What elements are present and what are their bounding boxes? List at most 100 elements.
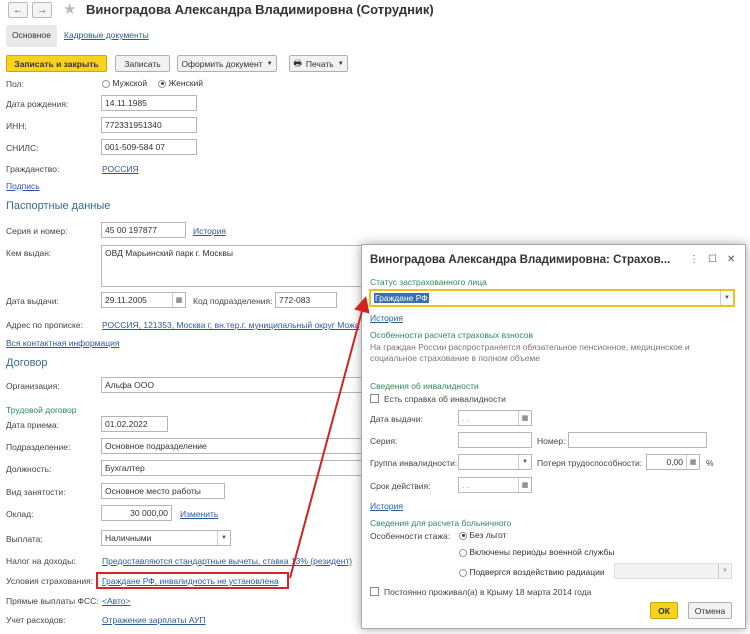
- cert-issue-date-field[interactable]: . . ▦: [458, 410, 532, 426]
- issued-by-field[interactable]: ОВД Марьинский парк г. Москвы: [101, 245, 363, 287]
- save-button[interactable]: Записать: [115, 55, 170, 72]
- citizenship-link[interactable]: РОССИЯ: [102, 164, 139, 174]
- dept-code-field[interactable]: 772-083: [275, 292, 337, 308]
- calendar-icon[interactable]: ▦: [518, 478, 531, 492]
- chevron-down-icon[interactable]: ▼: [518, 455, 531, 469]
- birth-date-field[interactable]: 14.11.1985: [101, 95, 197, 111]
- address-label: Адрес по прописке:: [6, 320, 83, 330]
- insured-status-value: Граждане РФ: [374, 293, 429, 303]
- disability-certificate-checkbox[interactable]: [370, 394, 379, 403]
- passport-history-link[interactable]: История: [193, 226, 226, 236]
- forward-button[interactable]: →: [32, 2, 52, 18]
- chevron-down-icon: ▼: [337, 60, 344, 67]
- arrow-left-icon: ←: [13, 4, 23, 16]
- disability-group-select[interactable]: ▼: [458, 454, 532, 470]
- validity-label: Срок действия:: [370, 481, 431, 491]
- signature-link[interactable]: Подпись: [6, 181, 40, 191]
- insured-status-label: Статус застрахованного лица: [370, 277, 487, 287]
- crimea-checkbox[interactable]: [370, 587, 379, 596]
- print-label: Печать: [305, 58, 334, 69]
- radiation-type-select[interactable]: ▼: [614, 563, 732, 579]
- disability-heading: Сведения об инвалидности: [370, 381, 479, 391]
- organization-field[interactable]: Альфа ООО: [101, 377, 363, 393]
- organization-label: Организация:: [6, 381, 60, 391]
- fss-payments-link[interactable]: <Авто>: [102, 596, 130, 606]
- cert-issue-date-value: . .: [462, 413, 470, 423]
- radio-icon: [459, 568, 467, 577]
- inn-label: ИНН:: [6, 121, 27, 131]
- status-history-link[interactable]: История: [370, 313, 403, 323]
- chevron-down-icon: ▼: [266, 60, 273, 67]
- department-field[interactable]: Основное подразделение: [101, 438, 363, 454]
- sick-leave-heading: Сведения для расчета больничного: [370, 518, 512, 528]
- exp-military-radio[interactable]: Включены периоды военной службы: [459, 547, 615, 557]
- address-link[interactable]: РОССИЯ, 121353, Москва г, вн.тер.г. муни…: [102, 320, 361, 330]
- passport-series-label: Серия и номер:: [6, 226, 68, 236]
- contract-section-title: Договор: [6, 357, 48, 369]
- employment-type-field[interactable]: Основное место работы: [101, 483, 225, 499]
- crimea-label: Постоянно проживал(а) в Крыму 18 марта 2…: [384, 587, 592, 597]
- fss-payments-label: Прямые выплаты ФСС:: [6, 596, 99, 606]
- print-button[interactable]: 🖶 Печать ▼: [289, 55, 348, 72]
- insurance-highlight-box: [96, 572, 289, 589]
- chevron-down-icon[interactable]: ▼: [720, 291, 733, 305]
- tab-hr-documents[interactable]: Кадровые документы: [58, 25, 155, 47]
- save-and-close-button[interactable]: Записать и закрыть: [6, 55, 107, 72]
- cancel-button[interactable]: Отмена: [688, 602, 732, 619]
- gender-male-radio[interactable]: Мужской: [102, 78, 147, 88]
- radio-icon: [102, 79, 110, 88]
- exp-radiation-radio[interactable]: Подвергся воздействию радиации: [459, 567, 605, 577]
- insurance-dialog: Виноградова Александра Владимировна: Стр…: [361, 244, 746, 629]
- calendar-icon[interactable]: ▦: [172, 293, 185, 307]
- snils-field[interactable]: 001-509-584 07: [101, 139, 197, 155]
- passport-series-field[interactable]: 45 00 197877: [101, 222, 186, 238]
- contribution-features-text: На граждан России распространяется обяза…: [370, 342, 690, 363]
- back-button[interactable]: ←: [8, 2, 28, 18]
- radio-selected-icon: [459, 531, 467, 540]
- create-document-button[interactable]: Оформить документ ▼: [177, 55, 277, 72]
- accounting-label: Учет расходов:: [6, 615, 66, 625]
- cert-series-label: Серия:: [370, 436, 398, 446]
- passport-section-title: Паспортные данные: [6, 200, 111, 212]
- exp-military-label: Включены периоды военной службы: [469, 547, 615, 557]
- hire-date-field[interactable]: 01.02.2022: [101, 416, 168, 432]
- position-field[interactable]: Бухгалтер: [101, 460, 363, 476]
- income-tax-link[interactable]: Предоставляются стандартные вычеты, став…: [102, 556, 361, 566]
- gender-female-radio[interactable]: Женский: [158, 78, 203, 88]
- birth-date-label: Дата рождения:: [6, 99, 69, 109]
- issue-date-field[interactable]: 29.11.2005 ▦: [101, 292, 186, 308]
- work-capacity-loss-field[interactable]: 0,00 ▦: [646, 454, 700, 470]
- salary-field[interactable]: 30 000,00: [101, 505, 172, 521]
- cert-series-field[interactable]: [458, 432, 532, 448]
- ok-button[interactable]: ОК: [650, 602, 678, 619]
- contribution-features-heading: Особенности расчета страховых взносов: [370, 330, 533, 340]
- cert-number-field[interactable]: [568, 432, 707, 448]
- contact-info-link[interactable]: Вся контактная информация: [6, 338, 119, 348]
- dialog-title: Виноградова Александра Владимировна: Стр…: [370, 254, 671, 266]
- radio-icon: [459, 548, 467, 557]
- disability-history-link[interactable]: История: [370, 501, 403, 511]
- more-menu-icon[interactable]: ⋮: [689, 254, 699, 265]
- disability-group-label: Группа инвалидности:: [370, 458, 458, 468]
- inn-field[interactable]: 772331951340: [101, 117, 197, 133]
- chevron-down-icon[interactable]: ▼: [217, 531, 230, 545]
- payout-field[interactable]: Наличными ▼: [101, 530, 231, 546]
- insured-status-select[interactable]: Граждане РФ ▼: [369, 289, 735, 307]
- exp-none-radio[interactable]: Без льгот: [459, 530, 507, 540]
- chevron-down-icon[interactable]: ▼: [718, 564, 731, 578]
- gender-female-label: Женский: [168, 78, 204, 88]
- gender-label: Пол:: [6, 79, 24, 89]
- validity-field[interactable]: . . ▦: [458, 477, 532, 493]
- calendar-icon[interactable]: ▦: [518, 411, 531, 425]
- close-icon[interactable]: ✕: [727, 254, 735, 265]
- arrow-right-icon: →: [37, 4, 47, 16]
- favorite-star-icon[interactable]: ★: [63, 0, 76, 18]
- accounting-link[interactable]: Отражение зарплаты АУП: [102, 615, 206, 625]
- percent-sign: %: [706, 458, 714, 468]
- page-title: Виноградова Александра Владимировна (Сот…: [86, 2, 434, 17]
- calculator-icon[interactable]: ▦: [686, 455, 699, 469]
- maximize-icon[interactable]: ☐: [708, 254, 717, 265]
- experience-label: Особенности стажа:: [370, 531, 451, 541]
- tab-main[interactable]: Основное: [6, 25, 57, 47]
- change-salary-link[interactable]: Изменить: [180, 509, 218, 519]
